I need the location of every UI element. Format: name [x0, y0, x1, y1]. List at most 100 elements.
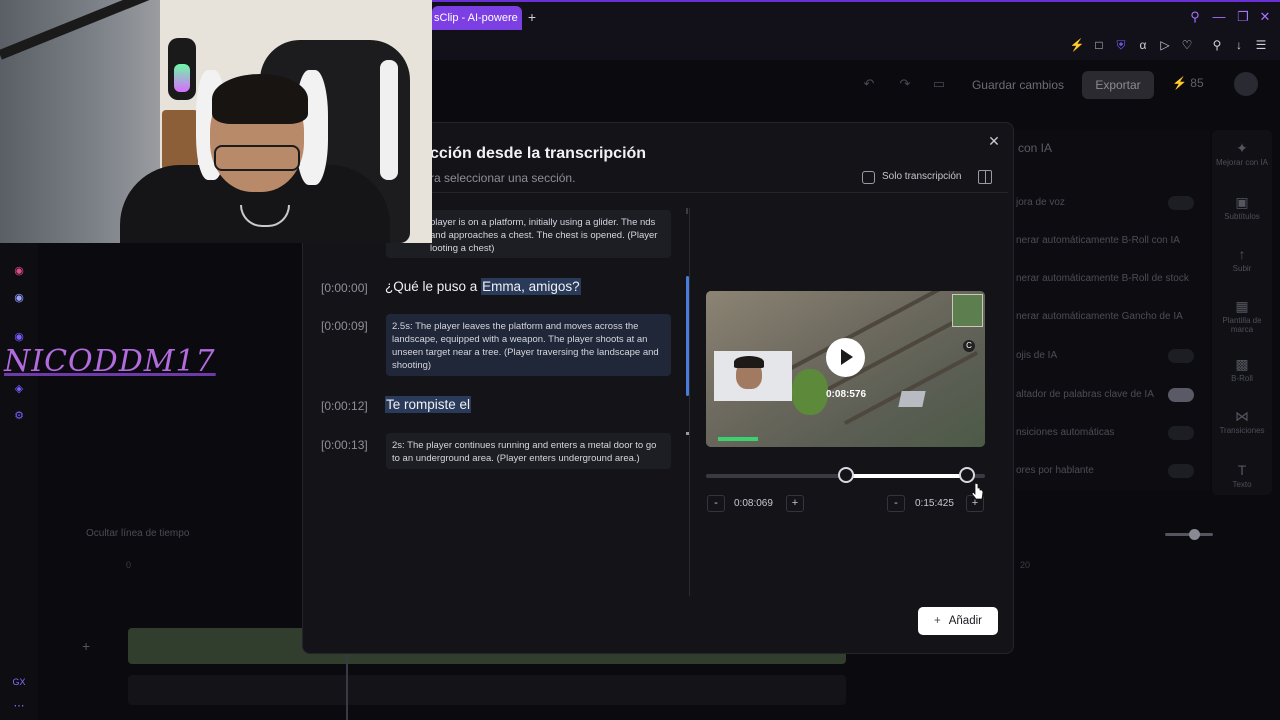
maximize-button[interactable]: ❐ [1232, 8, 1254, 26]
scene-description[interactable]: 2s: The player continues running and ent… [386, 433, 671, 469]
ai-toggle[interactable] [1168, 196, 1194, 210]
desk-lamp [162, 110, 198, 170]
ai-toggle[interactable] [1168, 464, 1194, 478]
range-end-handle[interactable] [959, 467, 975, 483]
channel-badge-icon: C [963, 340, 975, 352]
search-icon[interactable]: ⚲ [1184, 8, 1206, 26]
speech-highlight[interactable]: Emma, amigos? [481, 278, 581, 295]
start-decrement-button[interactable]: - [707, 495, 725, 512]
discord-icon[interactable]: ◉ [11, 290, 27, 306]
scroll-marker [686, 432, 689, 435]
close-icon[interactable]: ✕ [986, 133, 1002, 151]
rail-text[interactable]: T Texto [1212, 462, 1272, 506]
chair-stripe [380, 60, 398, 180]
menu-icon[interactable]: ☰ [1252, 36, 1270, 54]
pin-icon[interactable]: ⚡ [1068, 36, 1086, 54]
save-changes-button[interactable]: Guardar cambios [960, 72, 1076, 98]
rail-broll[interactable]: ▩ B-Roll [1212, 356, 1272, 400]
screenshot-icon[interactable]: □ [1090, 36, 1108, 54]
lightning-icon: ⚡ [1172, 76, 1191, 90]
timeline-zoom-handle[interactable] [1189, 529, 1200, 540]
speech-text: ¿Qué le puso a [385, 279, 482, 294]
segment-timestamp: [0:00:09] [321, 319, 368, 333]
avatar[interactable] [1234, 72, 1258, 96]
start-increment-button[interactable]: + [786, 495, 804, 512]
webcam-overlay [0, 0, 432, 243]
settings-icon[interactable]: ⚙ [11, 408, 27, 424]
sparkle-icon: ✦ [1236, 140, 1248, 156]
end-decrement-button[interactable]: - [887, 495, 905, 512]
redo-icon[interactable]: ↷ [896, 76, 914, 94]
game-minimap [952, 294, 983, 327]
add-track-icon[interactable]: + [82, 638, 96, 654]
gx-icon[interactable]: GX [11, 674, 27, 690]
solo-transcript-checkbox[interactable] [862, 171, 875, 184]
heart-icon[interactable]: ♡ [1178, 36, 1196, 54]
lock-icon[interactable]: ⚲ [1208, 36, 1226, 54]
clip-range-selection [846, 474, 967, 478]
credits-value: 85 [1190, 76, 1204, 90]
plus-icon: + [934, 615, 941, 627]
speech-segment[interactable]: Te rompiste el [385, 396, 472, 415]
shield-icon[interactable]: ⛨ [1112, 36, 1130, 54]
facecam-inset [714, 351, 792, 401]
rail-subtitles[interactable]: ▣ Subtítulos [1212, 194, 1272, 238]
segment-timestamp: [0:00:13] [321, 438, 368, 452]
scene-description[interactable]: 2.5s: The player leaves the platform and… [386, 314, 671, 376]
play-icon[interactable]: ▷ [1156, 36, 1174, 54]
new-tab-button[interactable]: + [524, 8, 540, 26]
ai-toggle-on[interactable] [1168, 388, 1194, 402]
play-button[interactable] [826, 338, 865, 377]
speech-segment[interactable]: ¿Qué le puso a Emma, amigos? [385, 278, 581, 297]
rgb-glow [174, 64, 190, 92]
hide-timeline-toggle[interactable]: Ocultar línea de tiempo [86, 528, 206, 542]
aspect-icon[interactable]: ▭ [930, 76, 948, 94]
clip-preview[interactable]: C 0:08:576 [706, 291, 985, 447]
close-window-button[interactable]: ✕ [1254, 8, 1276, 26]
rail-label: Plantilla de marca [1222, 316, 1262, 334]
metal-door [898, 391, 926, 407]
download-icon[interactable]: ↓ [1230, 36, 1248, 54]
more-icon[interactable]: ⋯ [11, 698, 27, 714]
instagram-icon[interactable]: ◉ [11, 263, 27, 279]
rail-transitions[interactable]: ⋈ Transiciones [1212, 408, 1272, 452]
rail-label: Subir [1232, 264, 1252, 273]
rail-upload[interactable]: ↑ Subir [1212, 246, 1272, 290]
rgb-light [168, 38, 196, 100]
range-start-handle[interactable] [838, 467, 854, 483]
ai-toggle[interactable] [1168, 426, 1194, 440]
audio-track[interactable] [128, 675, 846, 705]
transcript-divider [689, 208, 690, 596]
ai-option[interactable]: nerar automáticamente B-Roll de stock [1016, 269, 1206, 289]
split-layout-icon[interactable] [978, 170, 992, 184]
ai-panel-title: con IA [1018, 141, 1053, 155]
transcript-scrollbar[interactable] [686, 276, 689, 396]
active-browser-tab[interactable]: sClip - AI-powere [432, 6, 522, 30]
solo-transcript-label[interactable]: Solo transcripción [882, 171, 972, 185]
ai-toggle[interactable] [1168, 349, 1194, 363]
add-section-button[interactable]: + Añadir [918, 607, 998, 635]
timeline-tick: 20 [1020, 560, 1031, 570]
export-button[interactable]: Exportar [1082, 71, 1154, 99]
add-label: Añadir [948, 615, 982, 627]
play-circle-icon[interactable]: ◉ [11, 329, 27, 345]
mouse-cursor [972, 482, 984, 500]
scroll-marker [686, 208, 688, 214]
rail-label: Subtítulos [1224, 212, 1260, 221]
range-start-time: 0:08:069 [734, 498, 773, 509]
rail-label: Texto [1232, 480, 1252, 489]
rail-brand-template[interactable]: ▦ Plantilla de marca [1212, 298, 1272, 342]
rail-enhance-ai[interactable]: ✦ Mejorar con IA [1212, 140, 1272, 184]
rail-label: B-Roll [1231, 374, 1253, 383]
ai-option[interactable]: nerar automáticamente B-Roll con IA [1016, 231, 1206, 251]
ai-option[interactable]: nerar automáticamente Gancho de IA [1016, 307, 1206, 327]
translate-icon[interactable]: α [1134, 36, 1152, 54]
modal-divider [430, 192, 1008, 193]
undo-icon[interactable]: ↶ [860, 76, 878, 94]
glasses [214, 145, 300, 171]
speech-highlight[interactable]: Te rompiste el [385, 396, 472, 413]
minimize-button[interactable]: — [1208, 8, 1230, 26]
range-end-time: 0:15:425 [915, 498, 954, 509]
rail-label: Mejorar con IA [1215, 158, 1269, 167]
play-icon [841, 349, 853, 365]
